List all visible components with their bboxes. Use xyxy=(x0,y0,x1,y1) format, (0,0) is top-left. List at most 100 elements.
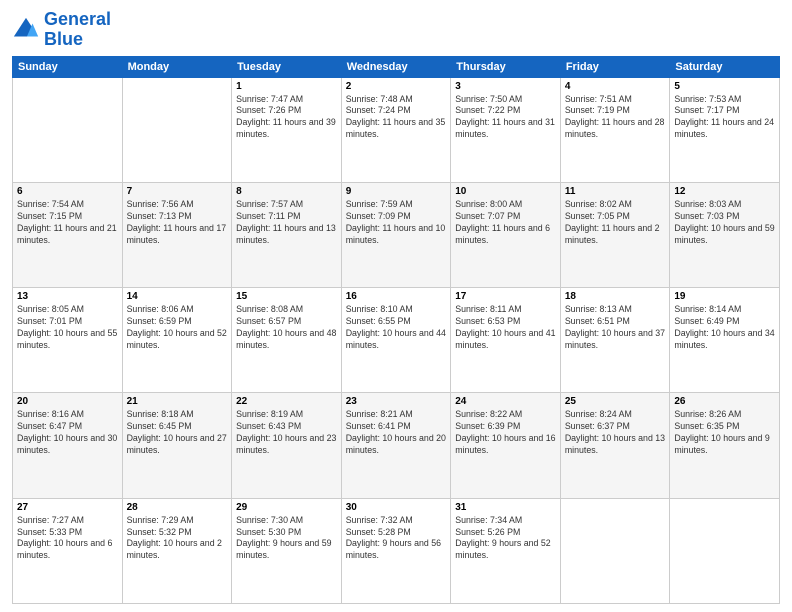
calendar-table: SundayMondayTuesdayWednesdayThursdayFrid… xyxy=(12,56,780,604)
day-number: 12 xyxy=(674,186,775,197)
day-number: 8 xyxy=(236,186,337,197)
col-header-saturday: Saturday xyxy=(670,56,780,77)
day-cell: 27Sunrise: 7:27 AMSunset: 5:33 PMDayligh… xyxy=(13,498,123,603)
day-cell xyxy=(560,498,670,603)
col-header-wednesday: Wednesday xyxy=(341,56,451,77)
day-cell: 5 Sunrise: 7:53 AMSunset: 7:17 PMDaylight… xyxy=(670,77,780,182)
day-number: 21 xyxy=(127,396,228,407)
day-cell: 26Sunrise: 8:26 AMSunset: 6:35 PMDayligh… xyxy=(670,393,780,498)
day-cell: 12 Sunrise: 8:03 AMSunset: 7:03 PMDayligh… xyxy=(670,182,780,287)
day-number: 20 xyxy=(17,396,118,407)
day-cell: 28Sunrise: 7:29 AMSunset: 5:32 PMDayligh… xyxy=(122,498,232,603)
day-number: 16 xyxy=(346,291,447,302)
day-info: Sunrise: 7:59 AMSunset: 7:09 PMDaylight:… xyxy=(346,199,447,247)
week-row-5: 27Sunrise: 7:27 AMSunset: 5:33 PMDayligh… xyxy=(13,498,780,603)
calendar-page: General Blue SundayMondayTuesdayWednesda… xyxy=(0,0,792,612)
day-info: Sunrise: 8:14 AMSunset: 6:49 PMDaylight:… xyxy=(674,304,775,352)
day-number: 2 xyxy=(346,81,447,92)
day-cell: 22 Sunrise: 8:19 AMSunset: 6:43 PMDayligh… xyxy=(232,393,342,498)
week-row-1: 1 Sunrise: 7:47 AMSunset: 7:26 PMDaylight… xyxy=(13,77,780,182)
day-info: Sunrise: 7:57 AMSunset: 7:11 PMDaylight:… xyxy=(236,199,337,247)
week-row-2: 6 Sunrise: 7:54 AMSunset: 7:15 PMDaylight… xyxy=(13,182,780,287)
day-info: Sunrise: 7:53 AMSunset: 7:17 PMDaylight:… xyxy=(674,94,775,142)
day-number: 18 xyxy=(565,291,666,302)
day-info: Sunrise: 7:54 AMSunset: 7:15 PMDaylight:… xyxy=(17,199,118,247)
day-info: Sunrise: 8:22 AMSunset: 6:39 PMDaylight:… xyxy=(455,409,556,457)
col-header-thursday: Thursday xyxy=(451,56,561,77)
day-info: Sunrise: 8:13 AMSunset: 6:51 PMDaylight:… xyxy=(565,304,666,352)
col-header-tuesday: Tuesday xyxy=(232,56,342,77)
day-info: Sunrise: 8:08 AMSunset: 6:57 PMDaylight:… xyxy=(236,304,337,352)
day-cell: 15 Sunrise: 8:08 AMSunset: 6:57 PMDayligh… xyxy=(232,288,342,393)
day-info: Sunrise: 8:03 AMSunset: 7:03 PMDaylight:… xyxy=(674,199,775,247)
col-header-monday: Monday xyxy=(122,56,232,77)
day-number: 17 xyxy=(455,291,556,302)
day-cell: 3 Sunrise: 7:50 AMSunset: 7:22 PMDaylight… xyxy=(451,77,561,182)
day-number: 24 xyxy=(455,396,556,407)
day-cell xyxy=(13,77,123,182)
col-header-sunday: Sunday xyxy=(13,56,123,77)
day-info: Sunrise: 7:51 AMSunset: 7:19 PMDaylight:… xyxy=(565,94,666,142)
day-number: 19 xyxy=(674,291,775,302)
day-cell: 29 Sunrise: 7:30 AMSunset: 5:30 PMDayligh… xyxy=(232,498,342,603)
day-number: 13 xyxy=(17,291,118,302)
day-number: 27 xyxy=(17,502,118,513)
day-number: 22 xyxy=(236,396,337,407)
day-cell: 30Sunrise: 7:32 AMSunset: 5:28 PMDayligh… xyxy=(341,498,451,603)
day-number: 23 xyxy=(346,396,447,407)
day-cell: 23Sunrise: 8:21 AMSunset: 6:41 PMDayligh… xyxy=(341,393,451,498)
day-info: Sunrise: 8:11 AMSunset: 6:53 PMDaylight:… xyxy=(455,304,556,352)
day-cell: 31 Sunrise: 7:34 AMSunset: 5:26 PMDayligh… xyxy=(451,498,561,603)
day-cell: 7 Sunrise: 7:56 AMSunset: 7:13 PMDaylight… xyxy=(122,182,232,287)
day-cell xyxy=(670,498,780,603)
day-info: Sunrise: 7:34 AMSunset: 5:26 PMDaylight:… xyxy=(455,515,556,563)
day-info: Sunrise: 7:30 AMSunset: 5:30 PMDaylight:… xyxy=(236,515,337,563)
day-number: 25 xyxy=(565,396,666,407)
day-number: 26 xyxy=(674,396,775,407)
day-number: 31 xyxy=(455,502,556,513)
week-row-4: 20 Sunrise: 8:16 AMSunset: 6:47 PMDayligh… xyxy=(13,393,780,498)
day-number: 28 xyxy=(127,502,228,513)
day-number: 6 xyxy=(17,186,118,197)
day-info: Sunrise: 7:47 AMSunset: 7:26 PMDaylight:… xyxy=(236,94,337,142)
day-number: 5 xyxy=(674,81,775,92)
day-cell: 11 Sunrise: 8:02 AMSunset: 7:05 PMDayligh… xyxy=(560,182,670,287)
day-info: Sunrise: 7:32 AMSunset: 5:28 PMDaylight:… xyxy=(346,515,447,563)
day-cell: 17 Sunrise: 8:11 AMSunset: 6:53 PMDayligh… xyxy=(451,288,561,393)
day-cell: 18 Sunrise: 8:13 AMSunset: 6:51 PMDayligh… xyxy=(560,288,670,393)
logo-icon xyxy=(12,16,40,44)
day-number: 14 xyxy=(127,291,228,302)
day-number: 29 xyxy=(236,502,337,513)
day-info: Sunrise: 7:56 AMSunset: 7:13 PMDaylight:… xyxy=(127,199,228,247)
logo-text: General Blue xyxy=(44,10,111,50)
day-cell: 14 Sunrise: 8:06 AMSunset: 6:59 PMDayligh… xyxy=(122,288,232,393)
day-cell: 21 Sunrise: 8:18 AMSunset: 6:45 PMDayligh… xyxy=(122,393,232,498)
day-number: 4 xyxy=(565,81,666,92)
day-info: Sunrise: 8:24 AMSunset: 6:37 PMDaylight:… xyxy=(565,409,666,457)
day-number: 10 xyxy=(455,186,556,197)
day-number: 11 xyxy=(565,186,666,197)
day-info: Sunrise: 8:02 AMSunset: 7:05 PMDaylight:… xyxy=(565,199,666,247)
day-info: Sunrise: 8:16 AMSunset: 6:47 PMDaylight:… xyxy=(17,409,118,457)
day-info: Sunrise: 8:18 AMSunset: 6:45 PMDaylight:… xyxy=(127,409,228,457)
col-header-friday: Friday xyxy=(560,56,670,77)
day-cell: 10Sunrise: 8:00 AMSunset: 7:07 PMDayligh… xyxy=(451,182,561,287)
day-cell: 4 Sunrise: 7:51 AMSunset: 7:19 PMDaylight… xyxy=(560,77,670,182)
day-number: 7 xyxy=(127,186,228,197)
day-info: Sunrise: 8:05 AMSunset: 7:01 PMDaylight:… xyxy=(17,304,118,352)
week-row-3: 13 Sunrise: 8:05 AMSunset: 7:01 PMDayligh… xyxy=(13,288,780,393)
day-info: Sunrise: 7:50 AMSunset: 7:22 PMDaylight:… xyxy=(455,94,556,142)
header: General Blue xyxy=(12,10,780,50)
day-number: 1 xyxy=(236,81,337,92)
logo: General Blue xyxy=(12,10,111,50)
day-cell: 6 Sunrise: 7:54 AMSunset: 7:15 PMDaylight… xyxy=(13,182,123,287)
day-cell: 25 Sunrise: 8:24 AMSunset: 6:37 PMDayligh… xyxy=(560,393,670,498)
day-number: 3 xyxy=(455,81,556,92)
day-number: 15 xyxy=(236,291,337,302)
day-cell: 9Sunrise: 7:59 AMSunset: 7:09 PMDaylight… xyxy=(341,182,451,287)
day-cell: 1 Sunrise: 7:47 AMSunset: 7:26 PMDaylight… xyxy=(232,77,342,182)
day-cell xyxy=(122,77,232,182)
day-info: Sunrise: 7:48 AMSunset: 7:24 PMDaylight:… xyxy=(346,94,447,142)
day-info: Sunrise: 8:19 AMSunset: 6:43 PMDaylight:… xyxy=(236,409,337,457)
day-info: Sunrise: 8:06 AMSunset: 6:59 PMDaylight:… xyxy=(127,304,228,352)
